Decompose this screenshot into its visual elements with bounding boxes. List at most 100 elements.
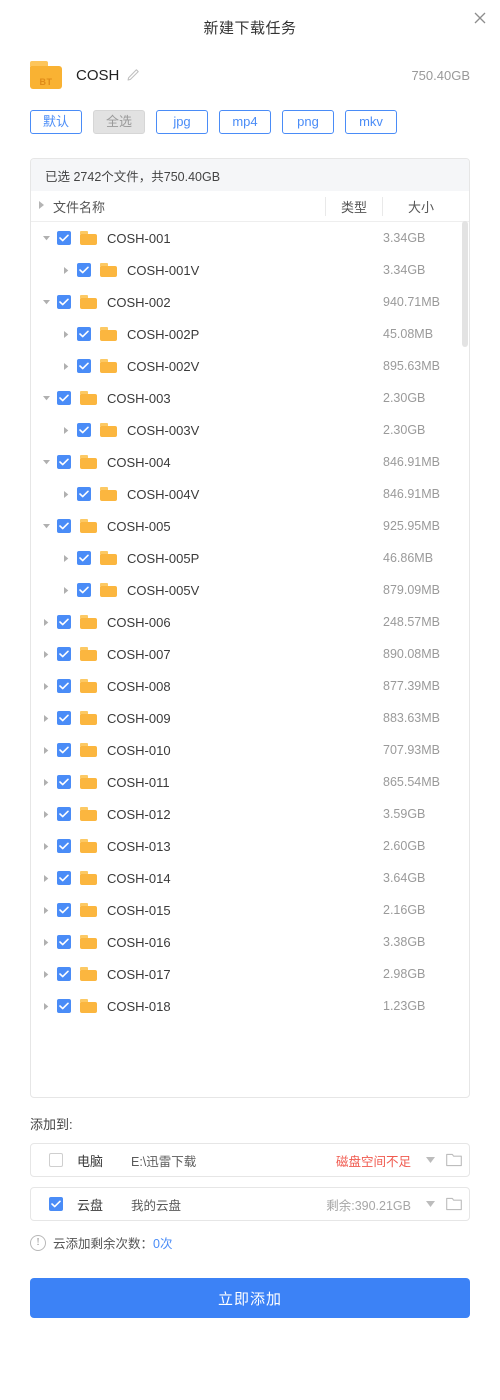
row-checkbox[interactable] — [57, 455, 71, 469]
header-expand-all-icon[interactable] — [31, 201, 53, 211]
row-checkbox[interactable] — [57, 391, 71, 405]
chevron-right-icon[interactable] — [39, 926, 53, 958]
chevron-right-icon[interactable] — [39, 990, 53, 1022]
chevron-right-icon[interactable] — [39, 734, 53, 766]
file-list-scrollbar[interactable] — [461, 221, 469, 1097]
row-checkbox[interactable] — [57, 647, 71, 661]
table-row[interactable]: COSH-003V 2.30GB — [31, 414, 469, 446]
chevron-right-icon[interactable] — [59, 478, 73, 510]
row-checkbox[interactable] — [57, 935, 71, 949]
table-row[interactable]: COSH-004V 846.91MB — [31, 478, 469, 510]
file-size: 2.30GB — [383, 391, 426, 405]
chevron-down-icon[interactable] — [39, 446, 53, 478]
filter-chip-mp4[interactable]: mp4 — [219, 110, 271, 134]
row-checkbox[interactable] — [57, 903, 71, 917]
file-size: 846.91MB — [383, 487, 440, 501]
table-row[interactable]: COSH-001 3.34GB — [31, 222, 469, 254]
chevron-right-icon[interactable] — [39, 766, 53, 798]
filter-chip-mkv[interactable]: mkv — [345, 110, 397, 134]
table-row[interactable]: COSH-005V 879.09MB — [31, 574, 469, 606]
table-row[interactable]: COSH-016 3.38GB — [31, 926, 469, 958]
column-header-name[interactable]: 文件名称 — [53, 197, 325, 216]
row-checkbox[interactable] — [57, 967, 71, 981]
table-row[interactable]: COSH-005 925.95MB — [31, 510, 469, 542]
chevron-down-icon[interactable] — [39, 382, 53, 414]
chevron-right-icon[interactable] — [39, 894, 53, 926]
pencil-icon[interactable] — [126, 68, 140, 82]
table-row[interactable]: COSH-005P 46.86MB — [31, 542, 469, 574]
file-list-scrollbar-thumb[interactable] — [462, 221, 468, 347]
chevron-down-icon[interactable] — [421, 1143, 439, 1177]
table-row[interactable]: COSH-017 2.98GB — [31, 958, 469, 990]
chevron-right-icon[interactable] — [39, 702, 53, 734]
row-checkbox[interactable] — [77, 487, 91, 501]
chevron-right-icon[interactable] — [39, 606, 53, 638]
table-row[interactable]: COSH-014 3.64GB — [31, 862, 469, 894]
chevron-right-icon[interactable] — [39, 958, 53, 990]
table-row[interactable]: COSH-004 846.91MB — [31, 446, 469, 478]
table-row[interactable]: COSH-011 865.54MB — [31, 766, 469, 798]
destination-row-local[interactable]: 电脑 E:\迅雷下载 磁盘空间不足 — [30, 1143, 470, 1177]
table-row[interactable]: COSH-013 2.60GB — [31, 830, 469, 862]
row-checkbox[interactable] — [77, 583, 91, 597]
open-folder-icon[interactable] — [439, 1143, 469, 1177]
table-row[interactable]: COSH-002 940.71MB — [31, 286, 469, 318]
column-header-type[interactable]: 类型 — [325, 196, 382, 216]
chevron-right-icon[interactable] — [59, 542, 73, 574]
chevron-right-icon[interactable] — [59, 318, 73, 350]
row-checkbox[interactable] — [77, 551, 91, 565]
row-checkbox[interactable] — [77, 263, 91, 277]
table-row[interactable]: COSH-007 890.08MB — [31, 638, 469, 670]
row-checkbox[interactable] — [77, 359, 91, 373]
table-row[interactable]: COSH-012 3.59GB — [31, 798, 469, 830]
close-icon[interactable] — [468, 6, 492, 30]
table-row[interactable]: COSH-002P 45.08MB — [31, 318, 469, 350]
row-checkbox[interactable] — [77, 327, 91, 341]
chevron-right-icon[interactable] — [39, 862, 53, 894]
filter-chip-默认[interactable]: 默认 — [30, 110, 82, 134]
chevron-right-icon[interactable] — [39, 830, 53, 862]
chevron-right-icon[interactable] — [59, 254, 73, 286]
row-checkbox[interactable] — [57, 839, 71, 853]
table-row[interactable]: COSH-002V 895.63MB — [31, 350, 469, 382]
column-header-size[interactable]: 大小 — [382, 196, 469, 216]
chevron-right-icon[interactable] — [59, 414, 73, 446]
destination-checkbox[interactable] — [49, 1197, 63, 1211]
row-checkbox[interactable] — [57, 615, 71, 629]
table-row[interactable]: COSH-006 248.57MB — [31, 606, 469, 638]
row-checkbox[interactable] — [57, 711, 71, 725]
chevron-down-icon[interactable] — [421, 1187, 439, 1221]
destination-checkbox[interactable] — [49, 1153, 63, 1167]
table-row[interactable]: COSH-010 707.93MB — [31, 734, 469, 766]
chevron-down-icon[interactable] — [39, 286, 53, 318]
table-row[interactable]: COSH-018 1.23GB — [31, 990, 469, 1022]
table-row[interactable]: COSH-015 2.16GB — [31, 894, 469, 926]
row-checkbox[interactable] — [57, 679, 71, 693]
chevron-down-icon[interactable] — [39, 222, 53, 254]
destination-row-cloud[interactable]: 云盘 我的云盘 剩余:390.21GB — [30, 1187, 470, 1221]
chevron-right-icon[interactable] — [39, 638, 53, 670]
row-checkbox[interactable] — [57, 775, 71, 789]
row-checkbox[interactable] — [57, 519, 71, 533]
table-row[interactable]: COSH-008 877.39MB — [31, 670, 469, 702]
table-row[interactable]: COSH-009 883.63MB — [31, 702, 469, 734]
row-checkbox[interactable] — [57, 231, 71, 245]
row-checkbox[interactable] — [57, 295, 71, 309]
row-checkbox[interactable] — [57, 871, 71, 885]
chevron-right-icon[interactable] — [39, 670, 53, 702]
chevron-right-icon[interactable] — [59, 574, 73, 606]
open-folder-icon[interactable] — [439, 1187, 469, 1221]
table-row[interactable]: COSH-003 2.30GB — [31, 382, 469, 414]
table-row[interactable]: COSH-001V 3.34GB — [31, 254, 469, 286]
chevron-down-icon[interactable] — [39, 510, 53, 542]
submit-button[interactable]: 立即添加 — [30, 1278, 470, 1318]
row-checkbox[interactable] — [57, 807, 71, 821]
chevron-right-icon[interactable] — [59, 350, 73, 382]
filter-chip-png[interactable]: png — [282, 110, 334, 134]
row-checkbox[interactable] — [57, 999, 71, 1013]
filter-chip-jpg[interactable]: jpg — [156, 110, 208, 134]
chevron-right-icon[interactable] — [39, 798, 53, 830]
row-checkbox[interactable] — [77, 423, 91, 437]
row-checkbox[interactable] — [57, 743, 71, 757]
file-list-rows: COSH-001 3.34GB COSH-001V 3.34GB COSH-002 940… — [31, 222, 469, 1097]
